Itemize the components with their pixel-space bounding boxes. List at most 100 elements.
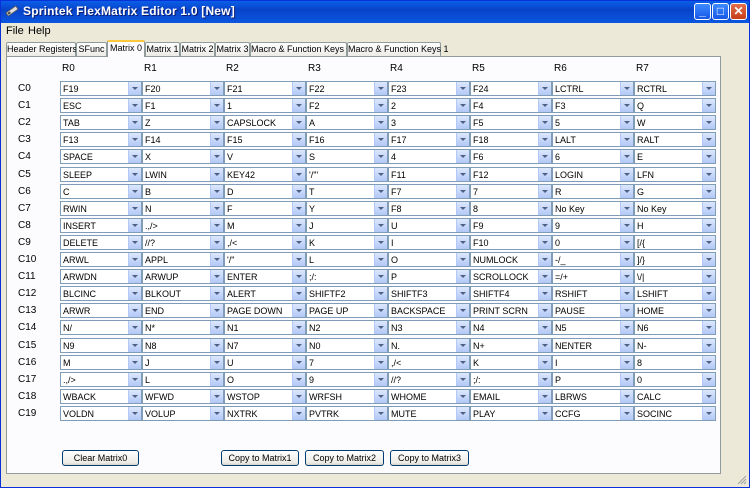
key-select-c7-r1[interactable]: N xyxy=(142,200,224,216)
chevron-down-icon[interactable] xyxy=(374,287,387,301)
chevron-down-icon[interactable] xyxy=(538,372,551,386)
key-select-c4-r3[interactable]: S xyxy=(306,149,388,165)
chevron-down-icon[interactable] xyxy=(702,133,715,147)
chevron-down-icon[interactable] xyxy=(620,338,633,352)
key-select-c16-r6[interactable]: I xyxy=(552,354,634,370)
chevron-down-icon[interactable] xyxy=(702,338,715,352)
chevron-down-icon[interactable] xyxy=(456,270,469,284)
key-select-c3-r4[interactable]: F17 xyxy=(388,132,470,148)
key-select-c17-r5[interactable]: ;/: xyxy=(470,371,552,387)
chevron-down-icon[interactable] xyxy=(292,338,305,352)
chevron-down-icon[interactable] xyxy=(210,235,223,249)
key-select-c13-r4[interactable]: BACKSPACE xyxy=(388,303,470,319)
chevron-down-icon[interactable] xyxy=(538,304,551,318)
key-select-c15-r3[interactable]: N0 xyxy=(306,337,388,353)
key-select-c14-r4[interactable]: N3 xyxy=(388,320,470,336)
tab-macro-function-keys-0[interactable]: Macro & Function Keys 0 xyxy=(250,42,352,56)
chevron-down-icon[interactable] xyxy=(128,218,141,232)
chevron-down-icon[interactable] xyxy=(292,406,305,420)
chevron-down-icon[interactable] xyxy=(702,287,715,301)
chevron-down-icon[interactable] xyxy=(128,406,141,420)
chevron-down-icon[interactable] xyxy=(374,321,387,335)
key-select-c12-r1[interactable]: BLKOUT xyxy=(142,286,224,302)
key-select-c8-r1[interactable]: .,/> xyxy=(142,217,224,233)
chevron-down-icon[interactable] xyxy=(620,82,633,95)
copy-to-matrix1-button[interactable]: Copy to Matrix1 xyxy=(221,450,299,466)
key-select-c19-r4[interactable]: MUTE xyxy=(388,405,470,421)
key-select-c11-r2[interactable]: ENTER xyxy=(224,269,306,285)
chevron-down-icon[interactable] xyxy=(374,355,387,369)
chevron-down-icon[interactable] xyxy=(374,270,387,284)
chevron-down-icon[interactable] xyxy=(538,150,551,164)
chevron-down-icon[interactable] xyxy=(702,389,715,403)
chevron-down-icon[interactable] xyxy=(538,235,551,249)
key-select-c0-r6[interactable]: LCTRL xyxy=(552,81,634,96)
key-select-c15-r6[interactable]: NENTER xyxy=(552,337,634,353)
key-select-c18-r7[interactable]: CALC xyxy=(634,388,716,404)
chevron-down-icon[interactable] xyxy=(538,406,551,420)
chevron-down-icon[interactable] xyxy=(292,287,305,301)
chevron-down-icon[interactable] xyxy=(210,99,223,113)
chevron-down-icon[interactable] xyxy=(210,338,223,352)
key-select-c9-r7[interactable]: [/{ xyxy=(634,234,716,250)
chevron-down-icon[interactable] xyxy=(374,304,387,318)
chevron-down-icon[interactable] xyxy=(374,116,387,130)
chevron-down-icon[interactable] xyxy=(374,184,387,198)
chevron-down-icon[interactable] xyxy=(210,372,223,386)
key-select-c9-r1[interactable]: //? xyxy=(142,234,224,250)
key-select-c17-r4[interactable]: //? xyxy=(388,371,470,387)
chevron-down-icon[interactable] xyxy=(456,389,469,403)
key-select-c19-r5[interactable]: PLAY xyxy=(470,405,552,421)
chevron-down-icon[interactable] xyxy=(292,99,305,113)
chevron-down-icon[interactable] xyxy=(210,201,223,215)
key-select-c5-r0[interactable]: SLEEP xyxy=(60,166,142,182)
chevron-down-icon[interactable] xyxy=(210,287,223,301)
key-select-c6-r2[interactable]: D xyxy=(224,183,306,199)
key-select-c2-r2[interactable]: CAPSLOCK xyxy=(224,115,306,131)
chevron-down-icon[interactable] xyxy=(210,389,223,403)
chevron-down-icon[interactable] xyxy=(620,389,633,403)
key-select-c2-r7[interactable]: W xyxy=(634,115,716,131)
chevron-down-icon[interactable] xyxy=(374,167,387,181)
key-select-c0-r2[interactable]: F21 xyxy=(224,81,306,96)
chevron-down-icon[interactable] xyxy=(210,82,223,95)
chevron-down-icon[interactable] xyxy=(702,406,715,420)
chevron-down-icon[interactable] xyxy=(538,355,551,369)
key-select-c8-r7[interactable]: H xyxy=(634,217,716,233)
chevron-down-icon[interactable] xyxy=(538,218,551,232)
chevron-down-icon[interactable] xyxy=(456,99,469,113)
key-select-c13-r3[interactable]: PAGE UP xyxy=(306,303,388,319)
chevron-down-icon[interactable] xyxy=(210,218,223,232)
key-select-c16-r4[interactable]: ,/< xyxy=(388,354,470,370)
chevron-down-icon[interactable] xyxy=(456,304,469,318)
chevron-down-icon[interactable] xyxy=(128,167,141,181)
maximize-button[interactable]: □ xyxy=(712,3,729,20)
key-select-c9-r6[interactable]: 0 xyxy=(552,234,634,250)
chevron-down-icon[interactable] xyxy=(210,150,223,164)
key-select-c13-r1[interactable]: END xyxy=(142,303,224,319)
menu-help[interactable]: Help xyxy=(28,25,51,37)
chevron-down-icon[interactable] xyxy=(620,253,633,266)
chevron-down-icon[interactable] xyxy=(128,270,141,284)
chevron-down-icon[interactable] xyxy=(620,99,633,113)
chevron-down-icon[interactable] xyxy=(456,338,469,352)
key-select-c5-r6[interactable]: LOGIN xyxy=(552,166,634,182)
chevron-down-icon[interactable] xyxy=(128,355,141,369)
chevron-down-icon[interactable] xyxy=(538,133,551,147)
key-select-c11-r5[interactable]: SCROLLOCK xyxy=(470,269,552,285)
key-select-c18-r0[interactable]: WBACK xyxy=(60,388,142,404)
key-select-c19-r1[interactable]: VOLUP xyxy=(142,405,224,421)
chevron-down-icon[interactable] xyxy=(538,99,551,113)
key-select-c4-r1[interactable]: X xyxy=(142,149,224,165)
chevron-down-icon[interactable] xyxy=(292,201,305,215)
chevron-down-icon[interactable] xyxy=(456,235,469,249)
chevron-down-icon[interactable] xyxy=(292,184,305,198)
chevron-down-icon[interactable] xyxy=(702,116,715,130)
chevron-down-icon[interactable] xyxy=(374,338,387,352)
key-select-c18-r1[interactable]: WFWD xyxy=(142,388,224,404)
chevron-down-icon[interactable] xyxy=(456,355,469,369)
chevron-down-icon[interactable] xyxy=(374,82,387,95)
tab-sfunc[interactable]: SFunc xyxy=(76,42,107,56)
key-select-c12-r5[interactable]: SHIFTF4 xyxy=(470,286,552,302)
key-select-c7-r5[interactable]: 8 xyxy=(470,200,552,216)
